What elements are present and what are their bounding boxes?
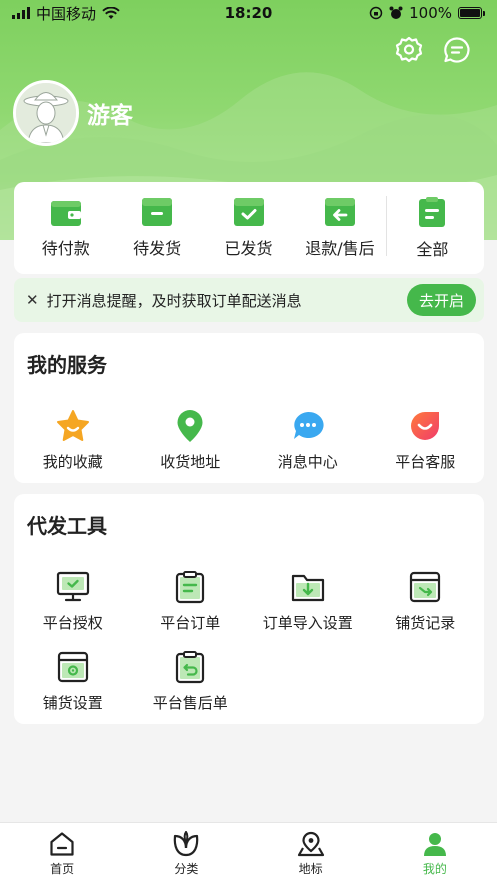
- battery-percent: 100%: [409, 4, 452, 22]
- tools-grid-row-1: 平台授权 平台订单 订单导入设置 铺货记录: [14, 570, 484, 633]
- home-icon: [50, 832, 74, 856]
- tool-label: 平台售后单: [152, 694, 228, 712]
- tools-title: 代发工具: [27, 514, 107, 538]
- location-pin-icon: [177, 410, 203, 442]
- alarm-icon: [389, 6, 403, 19]
- tab-label: 分类: [174, 862, 199, 876]
- tool-label: 铺货设置: [42, 694, 103, 712]
- tool-listing-settings[interactable]: 铺货设置: [14, 650, 132, 713]
- monitor-check-icon: [56, 571, 89, 602]
- box-settings-icon: [57, 651, 88, 683]
- carrier-name: 中国移动: [36, 4, 97, 23]
- header-actions: [393, 34, 473, 66]
- tab-mine[interactable]: 我的: [373, 823, 497, 883]
- order-label: 全部: [416, 240, 449, 259]
- service-messages[interactable]: 消息中心: [249, 409, 367, 472]
- user-icon: [423, 833, 446, 856]
- enable-notifications-button[interactable]: 去开启: [406, 284, 476, 316]
- rotation-lock-icon: [369, 6, 383, 20]
- star-icon: [56, 410, 89, 441]
- service-favorites[interactable]: 我的收藏: [14, 409, 132, 472]
- service-label: 收货地址: [160, 453, 221, 471]
- username[interactable]: 游客: [87, 96, 133, 130]
- message-bubble-icon: [293, 411, 324, 439]
- tool-order-import-settings[interactable]: 订单导入设置: [249, 570, 367, 633]
- order-shipped[interactable]: 已发货: [203, 197, 294, 259]
- profile[interactable]: 游客: [13, 80, 133, 146]
- close-icon[interactable]: ✕: [26, 291, 39, 309]
- tab-home[interactable]: 首页: [0, 823, 124, 883]
- leaf-icon: [174, 831, 199, 857]
- tool-platform-authorization[interactable]: 平台授权: [14, 570, 132, 633]
- order-all[interactable]: 全部: [387, 196, 478, 260]
- tool-label: 订单导入设置: [262, 614, 353, 632]
- order-pending-shipment[interactable]: 待发货: [111, 197, 202, 259]
- box-arrow-icon: [410, 571, 441, 603]
- wifi-icon: [102, 6, 120, 19]
- services-card: 我的服务 我的收藏 收货地址 消息中心 平台客服: [14, 333, 484, 483]
- order-label: 待付款: [41, 239, 90, 258]
- box-icon: [142, 198, 173, 226]
- clipboard-list-icon: [176, 571, 205, 604]
- notification-banner: ✕ 打开消息提醒，及时获取订单配送消息 去开启: [14, 278, 484, 322]
- signal-icon: [12, 7, 30, 19]
- avatar[interactable]: [13, 80, 79, 146]
- services-title: 我的服务: [27, 353, 107, 377]
- service-customer-support[interactable]: 平台客服: [367, 409, 485, 472]
- services-grid: 我的收藏 收货地址 消息中心 平台客服: [14, 409, 484, 472]
- service-label: 我的收藏: [42, 453, 103, 471]
- service-label: 消息中心: [277, 453, 338, 471]
- tab-label: 地标: [298, 862, 323, 876]
- gear-icon[interactable]: [393, 34, 425, 66]
- farmer-avatar-icon: [16, 83, 76, 143]
- landmark-pin-icon: [297, 831, 324, 857]
- tools-grid-row-2: 铺货设置 平台售后单: [14, 650, 484, 713]
- box-check-icon: [233, 198, 264, 226]
- order-label: 退款/售后: [305, 239, 375, 258]
- return-box-icon: [324, 198, 355, 226]
- tab-landmark[interactable]: 地标: [249, 823, 373, 883]
- tool-label: 铺货记录: [395, 614, 456, 632]
- wallet-icon: [50, 201, 81, 226]
- order-pending-payment[interactable]: 待付款: [20, 197, 111, 259]
- order-refund[interactable]: 退款/售后: [294, 197, 385, 259]
- folder-import-icon: [291, 574, 324, 602]
- tool-platform-after-sales[interactable]: 平台售后单: [132, 650, 250, 713]
- status-bar: 中国移动 18:20 100%: [0, 0, 497, 26]
- service-address[interactable]: 收货地址: [132, 409, 250, 472]
- tool-platform-orders[interactable]: 平台订单: [132, 570, 250, 633]
- clipboard-icon: [419, 197, 446, 227]
- order-label: 待发货: [133, 239, 182, 258]
- order-label: 已发货: [224, 239, 273, 258]
- customer-service-icon: [411, 412, 440, 440]
- chat-icon[interactable]: [441, 34, 473, 66]
- tab-label: 我的: [422, 862, 447, 876]
- tab-label: 首页: [50, 862, 75, 876]
- service-label: 平台客服: [395, 453, 456, 471]
- order-shortcuts: 待付款 待发货 已发货 退款/售后 全部: [14, 182, 484, 274]
- battery-icon: [458, 7, 485, 19]
- tool-label: 平台订单: [160, 614, 221, 632]
- tool-label: 平台授权: [42, 614, 103, 632]
- tab-category[interactable]: 分类: [124, 823, 248, 883]
- tools-card: 代发工具 平台授权 平台订单 订单导入设置 铺货记录 铺货设置 平台售后单: [14, 494, 484, 724]
- tool-listing-records[interactable]: 铺货记录: [367, 570, 485, 633]
- tab-bar: 首页 分类 地标 我的: [0, 822, 497, 883]
- clipboard-return-icon: [176, 651, 205, 684]
- notice-text: 打开消息提醒，及时获取订单配送消息: [46, 291, 302, 310]
